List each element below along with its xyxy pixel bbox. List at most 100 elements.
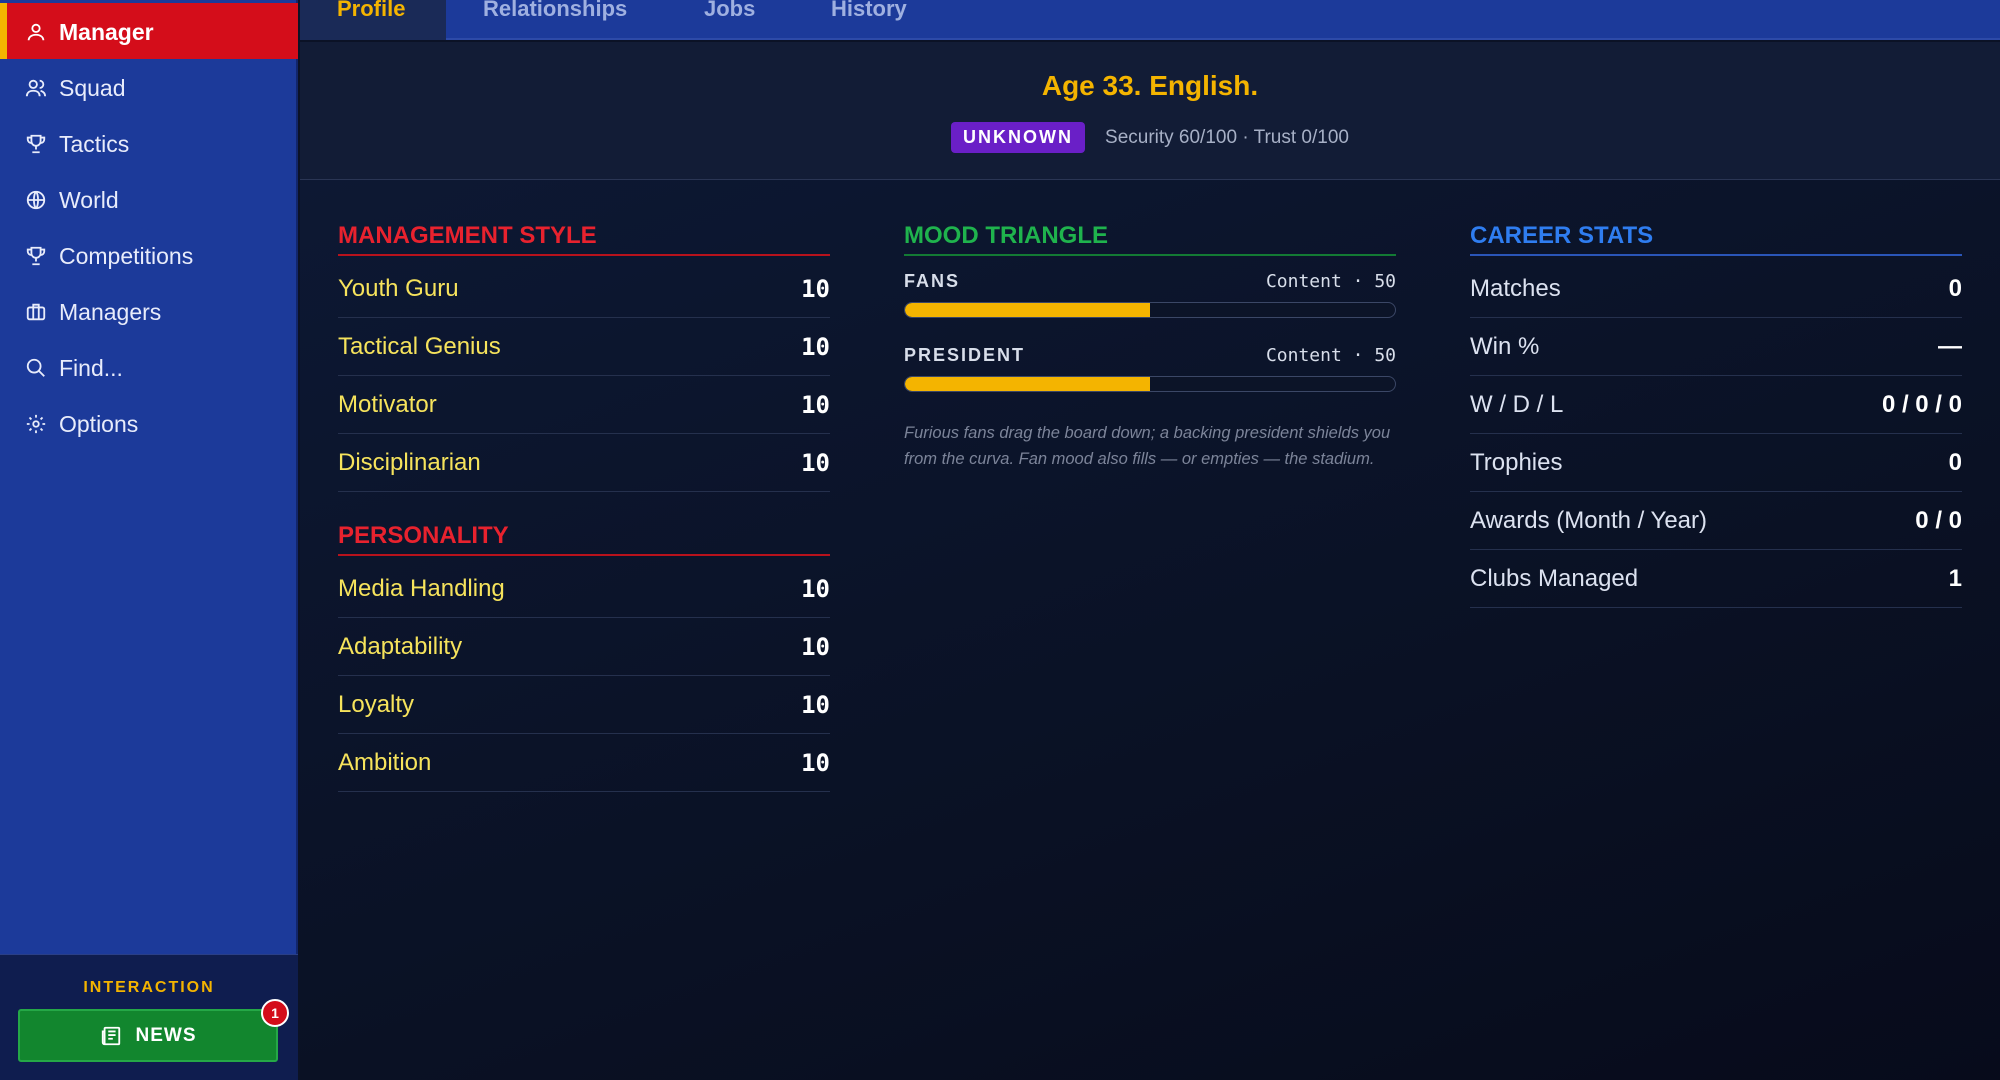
sidebar-item-manager[interactable]: Manager bbox=[0, 3, 298, 59]
attribute-value: 10 bbox=[801, 690, 830, 719]
attribute-row: Loyalty 10 bbox=[338, 676, 830, 734]
trophy-icon bbox=[26, 246, 46, 266]
attribute-value: 10 bbox=[801, 274, 830, 303]
career-stats-panel: CAREER STATS Matches 0 Win % — W / D / L 0 … bbox=[1470, 222, 1962, 608]
stat-value: 0 / 0 / 0 bbox=[1881, 390, 1962, 418]
mood-explanation: Furious fans drag the board down; a back… bbox=[904, 424, 1391, 468]
attribute-row: Tactical Genius 10 bbox=[338, 318, 830, 376]
sidebar: Manager Squad Tactics World Competitions… bbox=[0, 0, 298, 1080]
attribute-row: Ambition 10 bbox=[338, 734, 830, 792]
sidebar-item-label: World bbox=[59, 187, 119, 213]
stat-label: W / D / L bbox=[1470, 390, 1564, 418]
attribute-row: Motivator 10 bbox=[338, 376, 830, 434]
sidebar-item-label: Squad bbox=[59, 75, 126, 101]
stat-row: Trophies 0 bbox=[1470, 434, 1962, 492]
mood-triangle-panel: MOOD TRIANGLE FANS Content · 50 PRESIDEN… bbox=[904, 222, 1396, 472]
tab-relationships[interactable]: Relationships bbox=[483, 0, 643, 40]
mood-label: PRESIDENT bbox=[904, 344, 1026, 365]
section-title: MOOD TRIANGLE bbox=[904, 222, 1396, 256]
mood-fans: FANS Content · 50 bbox=[904, 268, 1396, 318]
mood-label: FANS bbox=[904, 270, 961, 291]
stat-value: 1 bbox=[1948, 564, 1962, 592]
sidebar-item-label: Tactics bbox=[59, 131, 130, 157]
attribute-label: Youth Guru bbox=[338, 274, 459, 302]
mood-bar-fill bbox=[905, 377, 1150, 391]
sidebar-item-options[interactable]: Options bbox=[0, 395, 298, 451]
sidebar-item-label: Manager bbox=[59, 19, 154, 45]
attribute-label: Disciplinarian bbox=[338, 448, 481, 476]
attribute-label: Ambition bbox=[338, 748, 432, 776]
stat-row: Clubs Managed 1 bbox=[1470, 550, 1962, 608]
stat-row: Matches 0 bbox=[1470, 260, 1962, 318]
newspaper-icon bbox=[101, 1026, 120, 1045]
status-badge: UNKNOWN bbox=[951, 122, 1086, 153]
main-content: MANAGEMENT STYLE Youth Guru 10 Tactical G… bbox=[300, 180, 2000, 1080]
interaction-label: INTERACTION bbox=[83, 979, 215, 996]
tab-history[interactable]: History bbox=[831, 0, 921, 40]
section-title: PERSONALITY bbox=[338, 522, 830, 556]
sidebar-item-label: Competitions bbox=[59, 243, 194, 269]
app-root: Manager Squad Tactics World Competitions… bbox=[0, 0, 2000, 1080]
sidebar-item-competitions[interactable]: Competitions bbox=[0, 227, 298, 283]
attribute-label: Loyalty bbox=[338, 690, 415, 718]
sidebar-item-managers[interactable]: Managers bbox=[0, 283, 298, 339]
attribute-value: 10 bbox=[801, 390, 830, 419]
attribute-row: Media Handling 10 bbox=[338, 560, 830, 618]
attribute-value: 10 bbox=[801, 448, 830, 477]
attribute-row: Youth Guru 10 bbox=[338, 260, 830, 318]
stat-label: Awards (Month / Year) bbox=[1470, 506, 1708, 534]
sidebar-item-label: Managers bbox=[59, 299, 162, 325]
sidebar-item-tactics[interactable]: Tactics bbox=[0, 115, 298, 171]
stat-value: 0 bbox=[1948, 448, 1962, 476]
mood-president: PRESIDENT Content · 50 bbox=[904, 342, 1396, 392]
news-button-label: NEWS bbox=[135, 1024, 197, 1046]
tab-bar: Profile Relationships Jobs History bbox=[300, 0, 2000, 40]
stat-value: 0 / 0 bbox=[1915, 506, 1962, 534]
news-count-badge: 1 bbox=[261, 999, 289, 1027]
security-trust-text: Security 60/100 · Trust 0/100 bbox=[1105, 126, 1349, 148]
attribute-row: Adaptability 10 bbox=[338, 618, 830, 676]
stat-label: Matches bbox=[1470, 274, 1561, 302]
briefcase-icon bbox=[26, 303, 46, 321]
sidebar-item-find[interactable]: Find... bbox=[0, 339, 298, 395]
stat-row: Win % — bbox=[1470, 318, 1962, 376]
management-style-panel: MANAGEMENT STYLE Youth Guru 10 Tactical G… bbox=[338, 222, 830, 792]
sidebar-item-squad[interactable]: Squad bbox=[0, 59, 298, 115]
stat-label: Win % bbox=[1470, 332, 1540, 360]
stat-label: Clubs Managed bbox=[1470, 564, 1639, 592]
mood-bar bbox=[904, 376, 1396, 392]
news-button[interactable]: NEWS bbox=[18, 1009, 278, 1062]
search-icon bbox=[26, 358, 45, 377]
attribute-value: 10 bbox=[801, 632, 830, 661]
mood-status: Content · 50 bbox=[1265, 344, 1396, 366]
attribute-label: Media Handling bbox=[338, 574, 505, 602]
sidebar-item-label: Find... bbox=[59, 355, 123, 381]
attribute-row: Disciplinarian 10 bbox=[338, 434, 830, 492]
stat-value: 0 bbox=[1948, 274, 1962, 302]
attribute-value: 10 bbox=[801, 748, 830, 777]
stat-value: — bbox=[1938, 332, 1962, 360]
globe-icon bbox=[26, 190, 46, 210]
attribute-value: 10 bbox=[801, 332, 830, 361]
gear-icon bbox=[26, 414, 46, 434]
person-icon bbox=[27, 23, 45, 41]
mood-bar-fill bbox=[905, 303, 1150, 317]
sidebar-item-world[interactable]: World bbox=[0, 171, 298, 227]
stat-row: Awards (Month / Year) 0 / 0 bbox=[1470, 492, 1962, 550]
mood-bar bbox=[904, 302, 1396, 318]
attribute-label: Motivator bbox=[338, 390, 437, 418]
tab-profile[interactable]: Profile bbox=[300, 0, 446, 40]
attribute-label: Tactical Genius bbox=[338, 332, 501, 360]
personality-panel: PERSONALITY Media Handling 10 Adaptabilit… bbox=[338, 522, 830, 792]
profile-header: Age 33. English. UNKNOWN Security 60/100… bbox=[300, 42, 2000, 180]
status-row: UNKNOWN Security 60/100 · Trust 0/100 bbox=[300, 122, 2000, 153]
tab-jobs[interactable]: Jobs bbox=[704, 0, 764, 40]
manager-headline: Age 33. English. bbox=[1041, 70, 1259, 101]
stat-row: W / D / L 0 / 0 / 0 bbox=[1470, 376, 1962, 434]
interaction-panel: INTERACTION NEWS 1 bbox=[0, 954, 298, 1080]
stat-label: Trophies bbox=[1470, 448, 1563, 476]
people-icon bbox=[25, 79, 47, 97]
attribute-label: Adaptability bbox=[338, 632, 463, 660]
trophy-icon bbox=[26, 134, 46, 154]
section-title: CAREER STATS bbox=[1470, 222, 1962, 256]
